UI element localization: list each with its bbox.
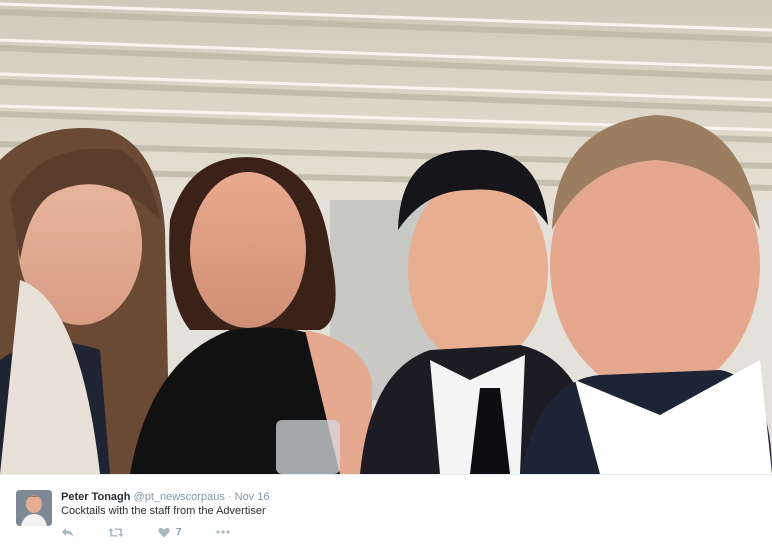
- more-icon: [215, 530, 230, 534]
- avatar[interactable]: [16, 490, 52, 526]
- avatar-image: [16, 490, 52, 526]
- reply-button[interactable]: [61, 527, 74, 538]
- tweet-actions: 7: [61, 525, 264, 539]
- author-name[interactable]: Peter Tonagh: [61, 491, 130, 503]
- more-button[interactable]: [215, 530, 230, 534]
- separator-dot: ·: [227, 491, 232, 503]
- selfie-image: [0, 0, 772, 474]
- tweet-header: Peter Tonagh @pt_newscorpaus · Nov 16: [61, 490, 269, 504]
- like-button[interactable]: 7: [158, 527, 182, 538]
- tweet-details: Peter Tonagh @pt_newscorpaus · Nov 16 Co…: [0, 474, 772, 550]
- retweet-icon: [108, 527, 124, 537]
- tweet-card: Peter Tonagh @pt_newscorpaus · Nov 16 Co…: [0, 0, 772, 550]
- heart-icon: [158, 527, 170, 537]
- like-count: 7: [176, 526, 182, 538]
- author-handle[interactable]: @pt_newscorpaus: [134, 491, 225, 503]
- tweet-photo[interactable]: [0, 0, 772, 474]
- tweet-date[interactable]: Nov 16: [235, 491, 270, 503]
- reply-icon: [62, 527, 73, 537]
- retweet-button[interactable]: [108, 527, 124, 538]
- tweet-text: Cocktails with the staff from the Advert…: [61, 505, 266, 517]
